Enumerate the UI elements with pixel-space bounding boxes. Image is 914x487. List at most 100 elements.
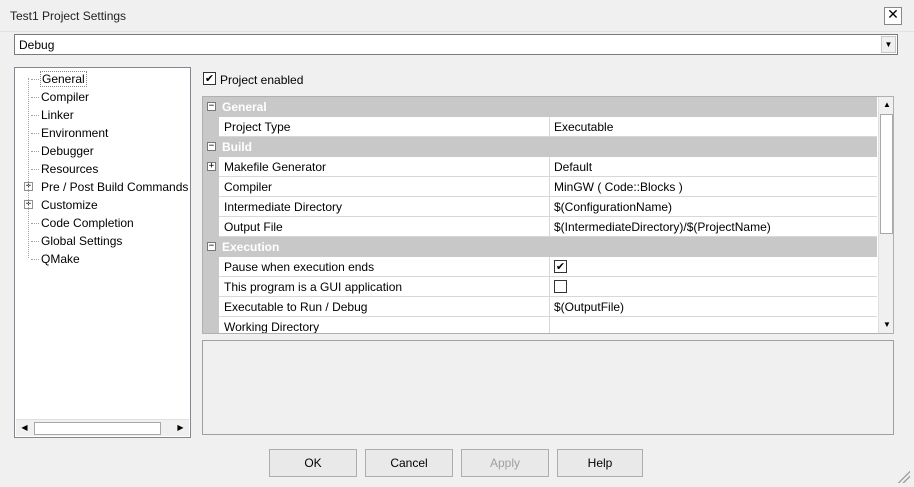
property-value[interactable]: ✔ [549,257,877,277]
check-icon: ✔ [204,72,215,85]
property-name: Intermediate Directory [219,197,549,217]
property-value[interactable] [549,317,877,333]
collapse-icon[interactable]: − [207,242,216,251]
property-row[interactable]: + Makefile Generator Default [203,157,877,177]
tree-item-label: Customize [41,198,98,212]
tree-item[interactable]: Environment [15,124,190,142]
cancel-button[interactable]: Cancel [365,449,453,477]
close-button[interactable]: ✕ [884,7,902,25]
tree-connector [31,151,39,152]
property-row[interactable]: Pause when execution ends ✔ [203,257,877,277]
property-name: Output File [219,217,549,237]
tree-connector [31,223,39,224]
tree-item[interactable]: Linker [15,106,190,124]
tree-guide-line [28,78,29,258]
tree-horizontal-scrollbar[interactable]: ◀ ▶ [16,419,189,436]
row-gutter [203,197,219,217]
tree-connector [31,169,39,170]
row-gutter [203,297,219,317]
tree-connector [31,259,39,260]
tree-item-label: Pre / Post Build Commands [41,180,189,194]
tree-item-label: Resources [41,162,99,176]
collapse-icon[interactable]: − [207,142,216,151]
tree-connector [31,97,39,98]
category-row[interactable]: − Execution [203,237,877,257]
help-button[interactable]: Help [557,449,643,477]
property-value[interactable]: Default [549,157,877,177]
tree-item[interactable]: Debugger [15,142,190,160]
tree-item-label: Environment [41,126,109,140]
property-row[interactable]: Project Type Executable [203,117,877,137]
dropdown-arrow-icon[interactable]: ▼ [881,36,896,53]
row-gutter [203,177,219,197]
scroll-down-icon[interactable]: ▼ [879,317,893,333]
category-name: General [222,100,267,114]
tree-item-label: QMake [41,252,80,266]
tree-item-label: Compiler [41,90,90,104]
scroll-thumb[interactable] [34,422,161,435]
tree-item[interactable]: Compiler [15,88,190,106]
property-row[interactable]: Executable to Run / Debug $(OutputFile) [203,297,877,317]
check-icon: ✔ [555,260,566,273]
ok-button[interactable]: OK [269,449,357,477]
property-description-panel [202,340,894,435]
property-row[interactable]: Compiler MinGW ( Code::Blocks ) [203,177,877,197]
tree-item[interactable]: + Customize [15,196,190,214]
row-gutter [203,257,219,277]
property-name: Working Directory [219,317,549,333]
row-gutter [203,117,219,137]
property-value[interactable] [549,277,877,297]
property-name: Makefile Generator [219,157,549,177]
category-row[interactable]: − General [203,97,877,117]
row-gutter [203,317,219,333]
project-enabled-checkbox[interactable]: ✔ [203,72,216,85]
tree-connector [31,241,39,242]
property-name: Pause when execution ends [219,257,549,277]
scroll-left-icon[interactable]: ◀ [16,421,33,436]
build-target-dropdown[interactable]: Debug ▼ [14,34,898,55]
expand-icon[interactable]: + [207,162,216,171]
project-enabled-label: Project enabled [220,73,304,87]
apply-button[interactable]: Apply [461,449,549,477]
property-row[interactable]: Intermediate Directory $(ConfigurationNam… [203,197,877,217]
tree-item-label: Debugger [41,144,94,158]
tree-item-label: Global Settings [41,234,123,248]
scroll-right-icon[interactable]: ▶ [172,421,189,436]
tree-connector [31,79,39,80]
tree-connector [31,133,39,134]
property-value[interactable]: $(ConfigurationName) [549,197,877,217]
scroll-thumb[interactable] [880,114,893,234]
category-row[interactable]: − Build [203,137,877,157]
tree-item[interactable]: + Pre / Post Build Commands [15,178,190,196]
scroll-up-icon[interactable]: ▲ [879,97,893,113]
row-gutter: + [203,157,219,177]
resize-grip[interactable] [896,469,910,483]
category-name: Build [222,140,252,154]
property-name: This program is a GUI application [219,277,549,297]
property-value[interactable]: $(OutputFile) [549,297,877,317]
property-value[interactable]: MinGW ( Code::Blocks ) [549,177,877,197]
property-value[interactable]: $(IntermediateDirectory)/$(ProjectName) [549,217,877,237]
tree-item-label: Linker [41,108,74,122]
grid-vertical-scrollbar[interactable]: ▲ ▼ [878,97,893,333]
property-value[interactable]: Executable [549,117,877,137]
tree-item-label: Code Completion [41,216,134,230]
tree-item[interactable]: Code Completion [15,214,190,232]
property-name: Compiler [219,177,549,197]
tree-item-label: General [40,71,87,87]
window-title: Test1 Project Settings [10,9,127,23]
collapse-icon[interactable]: − [207,102,216,111]
tree-item[interactable]: Resources [15,160,190,178]
property-checkbox[interactable] [554,280,567,293]
row-gutter [203,217,219,237]
settings-tree[interactable]: QMake Global Settings Code Completion + Cust… [14,67,191,438]
property-row[interactable]: Output File $(IntermediateDirectory)/$(Pr… [203,217,877,237]
property-checkbox[interactable]: ✔ [554,260,567,273]
property-name: Project Type [219,117,549,137]
property-row[interactable]: Working Directory [203,317,877,333]
tree-item[interactable]: QMake [15,250,190,268]
property-grid[interactable]: ▲ ▼ − General Project Type Executable − Build… [202,96,894,334]
tree-item[interactable]: Global Settings [15,232,190,250]
property-row[interactable]: This program is a GUI application [203,277,877,297]
tree-item[interactable]: General [15,70,190,88]
